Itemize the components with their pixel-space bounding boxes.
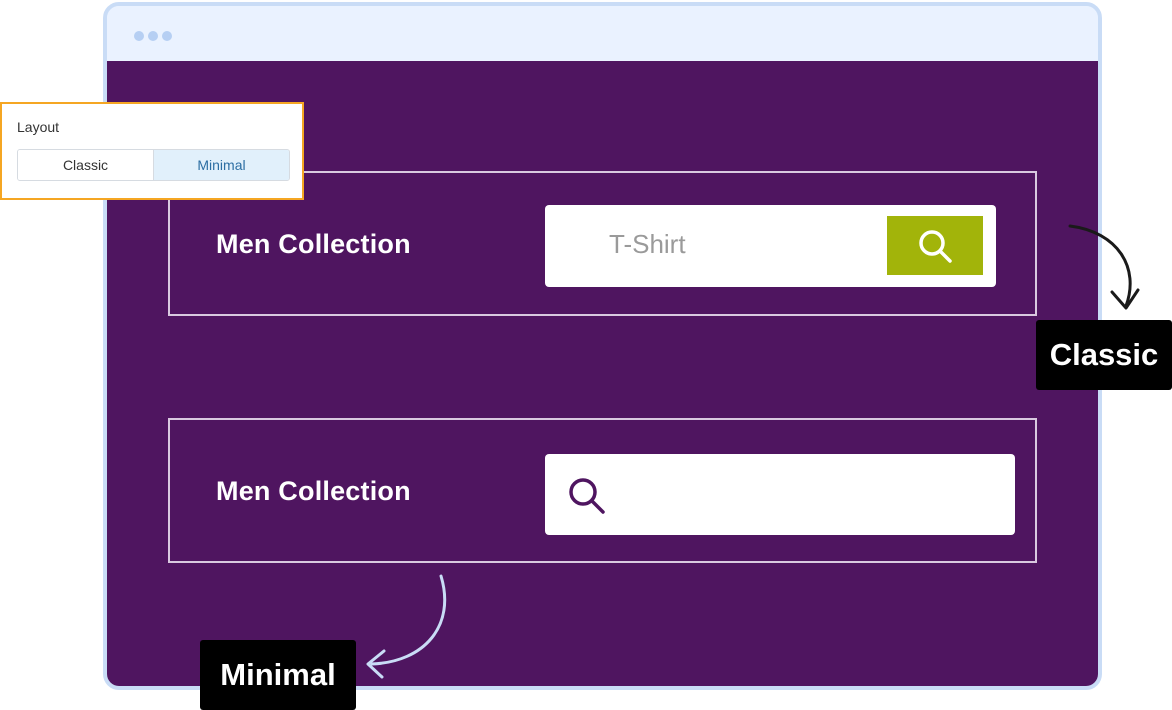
minimal-search-panel: Men Collection [168, 418, 1037, 563]
layout-label: Layout [17, 119, 60, 135]
classic-panel-title: Men Collection [216, 229, 411, 259]
minimal-panel-title: Men Collection [216, 476, 411, 506]
layout-option-classic[interactable]: Classic [18, 150, 154, 180]
callout-classic: Classic [1036, 320, 1172, 390]
classic-search-input[interactable]: T-Shirt [545, 205, 996, 287]
search-icon [919, 230, 952, 263]
layout-setting-panel: Layout Classic Minimal [0, 102, 304, 200]
browser-titlebar [107, 6, 1098, 61]
layout-option-minimal[interactable]: Minimal [154, 150, 289, 180]
classic-search-button[interactable] [887, 216, 983, 275]
minimal-search-input[interactable] [545, 454, 1015, 535]
layout-segmented-control: Classic Minimal [17, 149, 290, 181]
window-dot [162, 31, 172, 41]
callout-minimal: Minimal [200, 640, 356, 710]
window-dot [148, 31, 158, 41]
window-dot [134, 31, 144, 41]
search-icon [569, 478, 605, 514]
stage: Men Collection T-Shirt Men Collection La… [0, 0, 1172, 710]
classic-search-value: T-Shirt [609, 229, 686, 259]
